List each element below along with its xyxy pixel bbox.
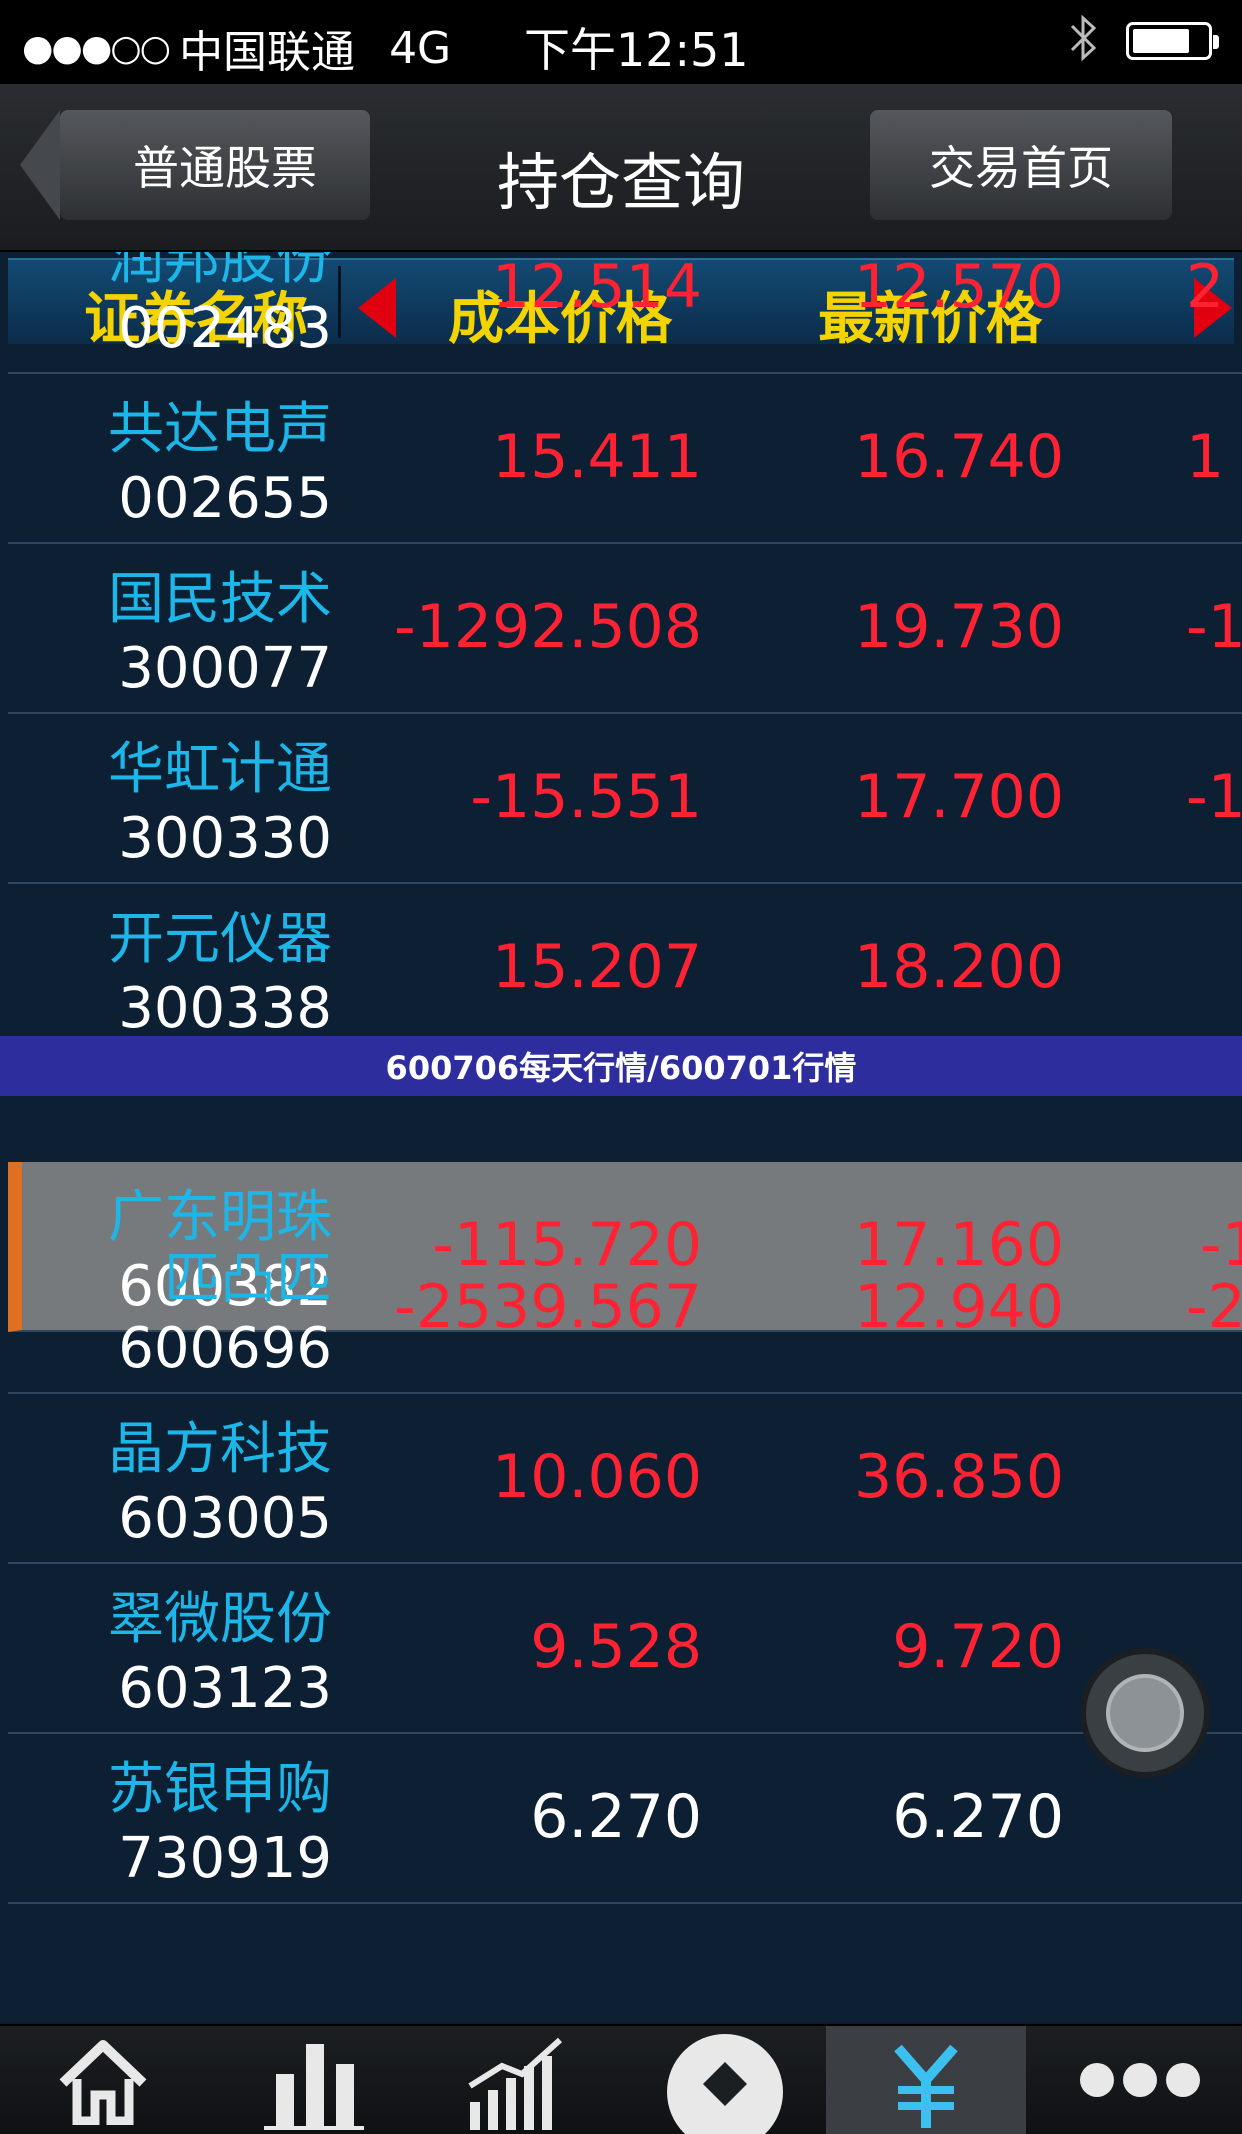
overlay-banner: 600706每天行情/600701行情 [0,1036,1242,1096]
tab-logo[interactable] [640,2026,810,2134]
table-row[interactable]: 共达电声 002655 15.411 16.740 1 [8,374,1242,544]
stock-code: 603123 [118,1656,332,1721]
tab-more[interactable] [1050,2026,1230,2134]
assistive-touch-button[interactable] [1080,1648,1210,1778]
carrier-name: 中国联通 [179,27,356,78]
table-row[interactable]: 晶方科技 603005 10.060 36.850 [8,1394,1242,1564]
stock-code: 300338 [118,976,332,1041]
extra-value: 1 [1186,422,1225,492]
cost-price: 9.528 [530,1612,702,1682]
stock-name: 匹凸匹 [164,1247,332,1312]
stock-code: 300330 [118,806,332,871]
stock-code: 600696 [118,1316,332,1381]
stock-code: 002655 [118,466,332,531]
latest-price: 19.730 [854,592,1064,662]
tab-market[interactable] [230,2026,400,2134]
clock: 下午12:51 [524,23,749,77]
extra-value: -1 [1186,762,1242,832]
stock-code: 002483 [118,296,332,361]
latest-price: 18.200 [854,932,1064,1002]
trade-home-button[interactable]: 交易首页 [870,110,1172,220]
bar-chart-icon [264,2044,364,2130]
table-row[interactable]: 开元仪器 300338 15.207 18.200 [8,884,1242,1054]
stock-name: 润邦股份 [108,252,332,292]
cost-price: 12.514 [492,252,702,322]
cost-price: -2539.567 [394,1272,702,1342]
table-row[interactable]: 苏银申购 730919 6.270 6.270 [8,1734,1242,1904]
trend-chart-icon [468,2037,563,2130]
cost-price: -1292.508 [394,592,702,662]
signal-icon: ●●●○○ [22,27,171,69]
table-row[interactable]: 匹凸匹 600696 -2539.567 12.940 -2 [8,1224,1242,1394]
stock-code: 730919 [118,1826,332,1891]
stock-name: 翠微股份 [108,1587,332,1652]
table-row[interactable]: 国民技术 300077 -1292.508 19.730 -1 [8,544,1242,714]
more-icon [1080,2063,1200,2097]
nav-bar: 普通股票 持仓查询 交易首页 [0,84,1242,252]
latest-price: 12.570 [854,252,1064,322]
cost-price: -15.551 [470,762,702,832]
cost-price: 10.060 [492,1442,702,1512]
home-icon [59,2040,147,2125]
stock-name: 共达电声 [108,397,332,462]
tab-trade[interactable] [826,2026,1026,2134]
network-type: 4G [389,22,452,74]
holdings-table[interactable]: 证券名称 成本价格 最新价格 润邦股份 002483 12.514 12.570… [0,252,1242,2022]
latest-price: 17.700 [854,762,1064,832]
stock-code: 603005 [118,1486,332,1551]
stock-name: 华虹计通 [108,737,332,802]
cost-price: 15.411 [492,422,702,492]
stock-name: 开元仪器 [108,907,332,972]
logo-icon [667,2034,783,2134]
latest-price: 9.720 [892,1612,1064,1682]
yen-icon [894,2044,958,2128]
cost-price: 6.270 [530,1782,702,1852]
tab-chart[interactable] [432,2026,602,2134]
battery-icon [1126,22,1219,60]
tab-bar [0,2024,1242,2134]
latest-price: 36.850 [854,1442,1064,1512]
extra-value: -1 [1186,592,1242,662]
extra-value: 2 [1186,252,1225,322]
stock-name: 苏银申购 [108,1757,332,1822]
tab-home[interactable] [18,2026,188,2134]
stock-code: 300077 [118,636,332,701]
stock-name: 晶方科技 [108,1417,332,1482]
latest-price: 16.740 [854,422,1064,492]
extra-value: -2 [1186,1272,1242,1342]
stock-name: 国民技术 [108,567,332,632]
latest-price: 12.940 [854,1272,1064,1342]
latest-price: 6.270 [892,1782,1064,1852]
table-row[interactable]: 华虹计通 300330 -15.551 17.700 -1 [8,714,1242,884]
status-bar: ●●●○○ 中国联通 4G 下午12:51 [0,0,1242,84]
bluetooth-icon [1068,12,1098,75]
carrier-info: ●●●○○ 中国联通 4G [22,16,451,80]
table-row[interactable]: 翠微股份 603123 9.528 9.720 [8,1564,1242,1734]
table-row[interactable]: 润邦股份 002483 12.514 12.570 2 [8,252,1242,374]
cost-price: 15.207 [492,932,702,1002]
